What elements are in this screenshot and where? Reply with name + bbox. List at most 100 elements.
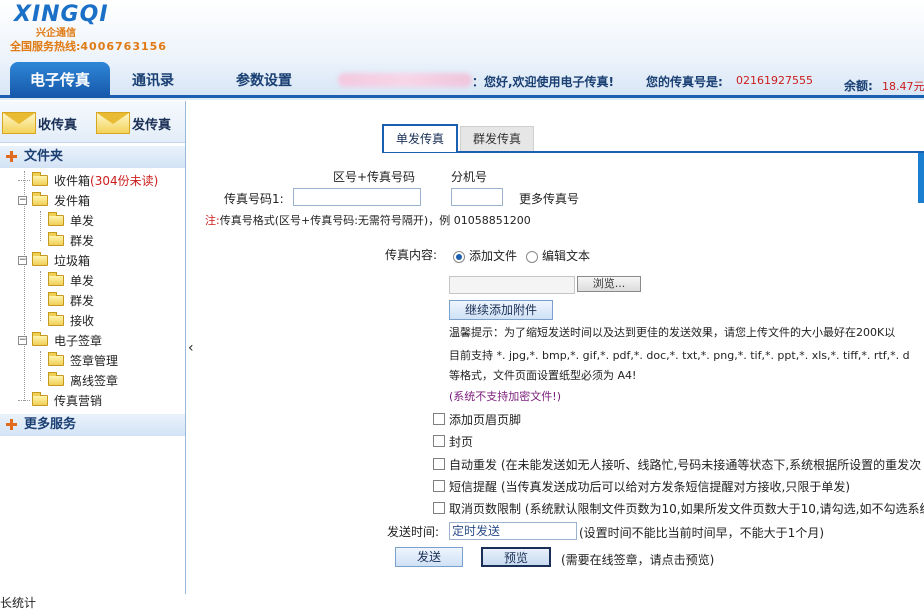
radio-add-file[interactable]: 添加文件 bbox=[453, 247, 517, 264]
send-time-label: 发送时间: bbox=[387, 525, 440, 539]
receive-fax-button[interactable]: 收传真 bbox=[2, 109, 77, 137]
footer-stats-text: 长统计 bbox=[0, 596, 37, 610]
fax-number-field-label: 传真号码1: bbox=[224, 192, 284, 206]
hotline-number: 4006763156 bbox=[80, 40, 167, 53]
tree-item-sign-manage[interactable]: 签章管理 bbox=[48, 350, 118, 370]
folder-icon bbox=[48, 351, 64, 366]
fax-number-input[interactable] bbox=[293, 188, 421, 206]
folder-icon bbox=[48, 211, 64, 226]
fax-number-label: 您的传真号是: bbox=[646, 75, 723, 89]
tip-line-2: 目前支持 *. jpg,*. bmp,*. gif,*. pdf,*. doc,… bbox=[449, 349, 910, 362]
folder-section-label: 文件夹 bbox=[24, 149, 64, 164]
collapse-toggle[interactable]: − bbox=[18, 255, 27, 265]
tree-line bbox=[40, 271, 41, 321]
folder-icon bbox=[48, 271, 64, 286]
tree-line bbox=[40, 211, 41, 241]
note-prefix: 注: bbox=[205, 214, 220, 227]
checkbox-page-limit[interactable] bbox=[433, 502, 445, 514]
tree-item-outbox-single[interactable]: 单发 bbox=[48, 210, 94, 230]
folder-icon bbox=[32, 251, 48, 266]
redacted-username bbox=[338, 73, 472, 87]
file-path-input[interactable] bbox=[449, 276, 575, 294]
tree-item-outbox-group[interactable]: 群发 bbox=[48, 230, 94, 250]
tree-item-offline-sign[interactable]: 离线签章 bbox=[48, 370, 118, 390]
tip-line-1: 温馨提示：为了缩短发送时间以及达到更佳的发送效果，请您上传文件的大小最好在200… bbox=[449, 326, 896, 339]
welcome-text: ：您好,欢迎使用电子传真! bbox=[472, 75, 615, 89]
tree-item-outbox[interactable]: − 发件箱 bbox=[18, 190, 90, 210]
tab-group-fax[interactable]: 群发传真 bbox=[460, 126, 534, 152]
more-services-header[interactable]: 更多服务 bbox=[0, 414, 185, 436]
radio-button[interactable] bbox=[453, 250, 465, 263]
hotline: 全国服务热线:4006763156 bbox=[10, 38, 167, 54]
option-cover-page: 封页 bbox=[449, 435, 474, 449]
tree-line bbox=[40, 351, 41, 381]
tip-line-3: 等格式，文件页面设置纸型必须为 A4! bbox=[449, 369, 637, 382]
collapse-toggle[interactable]: − bbox=[18, 335, 27, 345]
tree-item-esign[interactable]: − 电子签章 bbox=[18, 330, 102, 350]
option-auto-resend: 自动重发 (在未能发送如无人接听、线路忙,号码未接通等状态下,系统根据所设置的重… bbox=[449, 458, 922, 472]
ext-label: 分机号 bbox=[451, 170, 488, 184]
sidebar: 收传真 发传真 文件夹 收件箱 (304份未读) − 发件箱 单发 群发 − 垃圾… bbox=[0, 101, 186, 594]
tip-line-4: (系统不支持加密文件!) bbox=[449, 390, 561, 403]
preview-button[interactable]: 预览 bbox=[481, 547, 551, 567]
checkbox-auto-resend[interactable] bbox=[433, 458, 445, 470]
browse-button[interactable]: 浏览... bbox=[577, 276, 641, 292]
add-attachment-button[interactable]: 继续添加附件 bbox=[449, 300, 553, 320]
ext-input[interactable] bbox=[451, 188, 503, 206]
folder-icon bbox=[32, 331, 48, 346]
tree-item-trash[interactable]: − 垃圾箱 bbox=[18, 250, 90, 270]
option-page-limit: 取消页数限制 (系统默认限制文件页数为10,如果所发文件页数大于10,请勾选,如… bbox=[449, 502, 924, 516]
tab-settings[interactable]: 参数设置 bbox=[236, 70, 292, 96]
hotline-label: 全国服务热线: bbox=[10, 40, 81, 53]
send-time-note: (设置时间不能比当前时间早，不能大于1个月) bbox=[579, 526, 824, 540]
balance-value: 18.47元 bbox=[882, 80, 924, 93]
sidebar-action-bar: 收传真 发传真 bbox=[0, 101, 185, 143]
send-fax-button[interactable]: 发传真 bbox=[96, 109, 171, 137]
header: XINGQI 兴企通信 全国服务热线:4006763156 电子传真 通讯录 参… bbox=[0, 0, 924, 100]
folder-icon bbox=[48, 291, 64, 306]
radio-edit-text[interactable]: 编辑文本 bbox=[526, 247, 590, 264]
radio-button[interactable] bbox=[526, 250, 538, 263]
send-button[interactable]: 发送 bbox=[395, 547, 463, 567]
tree-item-inbox[interactable]: 收件箱 (304份未读) bbox=[18, 170, 158, 190]
send-fax-label: 发传真 bbox=[132, 117, 172, 133]
main-content: 单发传真 群发传真 区号+传真号码 分机号 传真号码1: 更多传真号 注:传真号… bbox=[187, 101, 924, 594]
envelope-icon bbox=[96, 112, 130, 134]
top-nav: 电子传真 通讯录 参数设置 ：您好,欢迎使用电子传真! 您的传真号是: 0216… bbox=[0, 62, 924, 98]
tree-item-trash-group[interactable]: 群发 bbox=[48, 290, 94, 310]
unread-count: (304份未读) bbox=[90, 173, 159, 188]
area-code-label: 区号+传真号码 bbox=[333, 170, 416, 184]
envelope-icon bbox=[2, 112, 36, 134]
tree-item-fax-marketing[interactable]: 传真营销 bbox=[18, 390, 102, 410]
plus-icon bbox=[6, 151, 17, 162]
tab-single-fax[interactable]: 单发传真 bbox=[382, 124, 458, 152]
folder-section-header[interactable]: 文件夹 bbox=[0, 146, 185, 168]
option-sms-reminder: 短信提醒 (当传真发送成功后可以给对方发条短信提醒对方接收,只限于单发) bbox=[449, 480, 850, 494]
tab-underline bbox=[382, 151, 924, 153]
folder-icon bbox=[32, 391, 48, 406]
balance-label: 余额: bbox=[844, 79, 873, 93]
tab-efax[interactable]: 电子传真 bbox=[10, 62, 110, 98]
side-panel-tab[interactable] bbox=[918, 153, 924, 203]
note-text: 传真号格式(区号+传真号码:无需符号隔开)，例 01058851200 bbox=[219, 214, 531, 227]
fax-number: 02161927555 bbox=[736, 74, 813, 87]
send-time-input[interactable]: 定时发送 bbox=[449, 522, 577, 540]
fax-content-label: 传真内容: bbox=[385, 248, 438, 262]
plus-icon bbox=[6, 419, 17, 430]
receive-fax-label: 收传真 bbox=[38, 117, 78, 133]
more-services-label: 更多服务 bbox=[24, 417, 77, 432]
checkbox-sms-reminder[interactable] bbox=[433, 480, 445, 492]
folder-icon bbox=[48, 311, 64, 326]
tab-contacts[interactable]: 通讯录 bbox=[132, 70, 174, 96]
more-numbers-link[interactable]: 更多传真号 bbox=[519, 190, 579, 207]
preview-note: (需要在线签章，请点击预览) bbox=[561, 553, 715, 567]
tree-item-trash-receive[interactable]: 接收 bbox=[48, 310, 94, 330]
folder-icon bbox=[32, 171, 48, 186]
format-note: 注:传真号格式(区号+传真号码:无需符号隔开)，例 01058851200 bbox=[205, 212, 531, 228]
tree-item-trash-single[interactable]: 单发 bbox=[48, 270, 94, 290]
option-header-footer: 添加页眉页脚 bbox=[449, 413, 522, 427]
checkbox-cover-page[interactable] bbox=[433, 435, 445, 447]
checkbox-header-footer[interactable] bbox=[433, 413, 445, 425]
collapse-toggle[interactable]: − bbox=[18, 195, 27, 205]
folder-icon bbox=[48, 371, 64, 386]
